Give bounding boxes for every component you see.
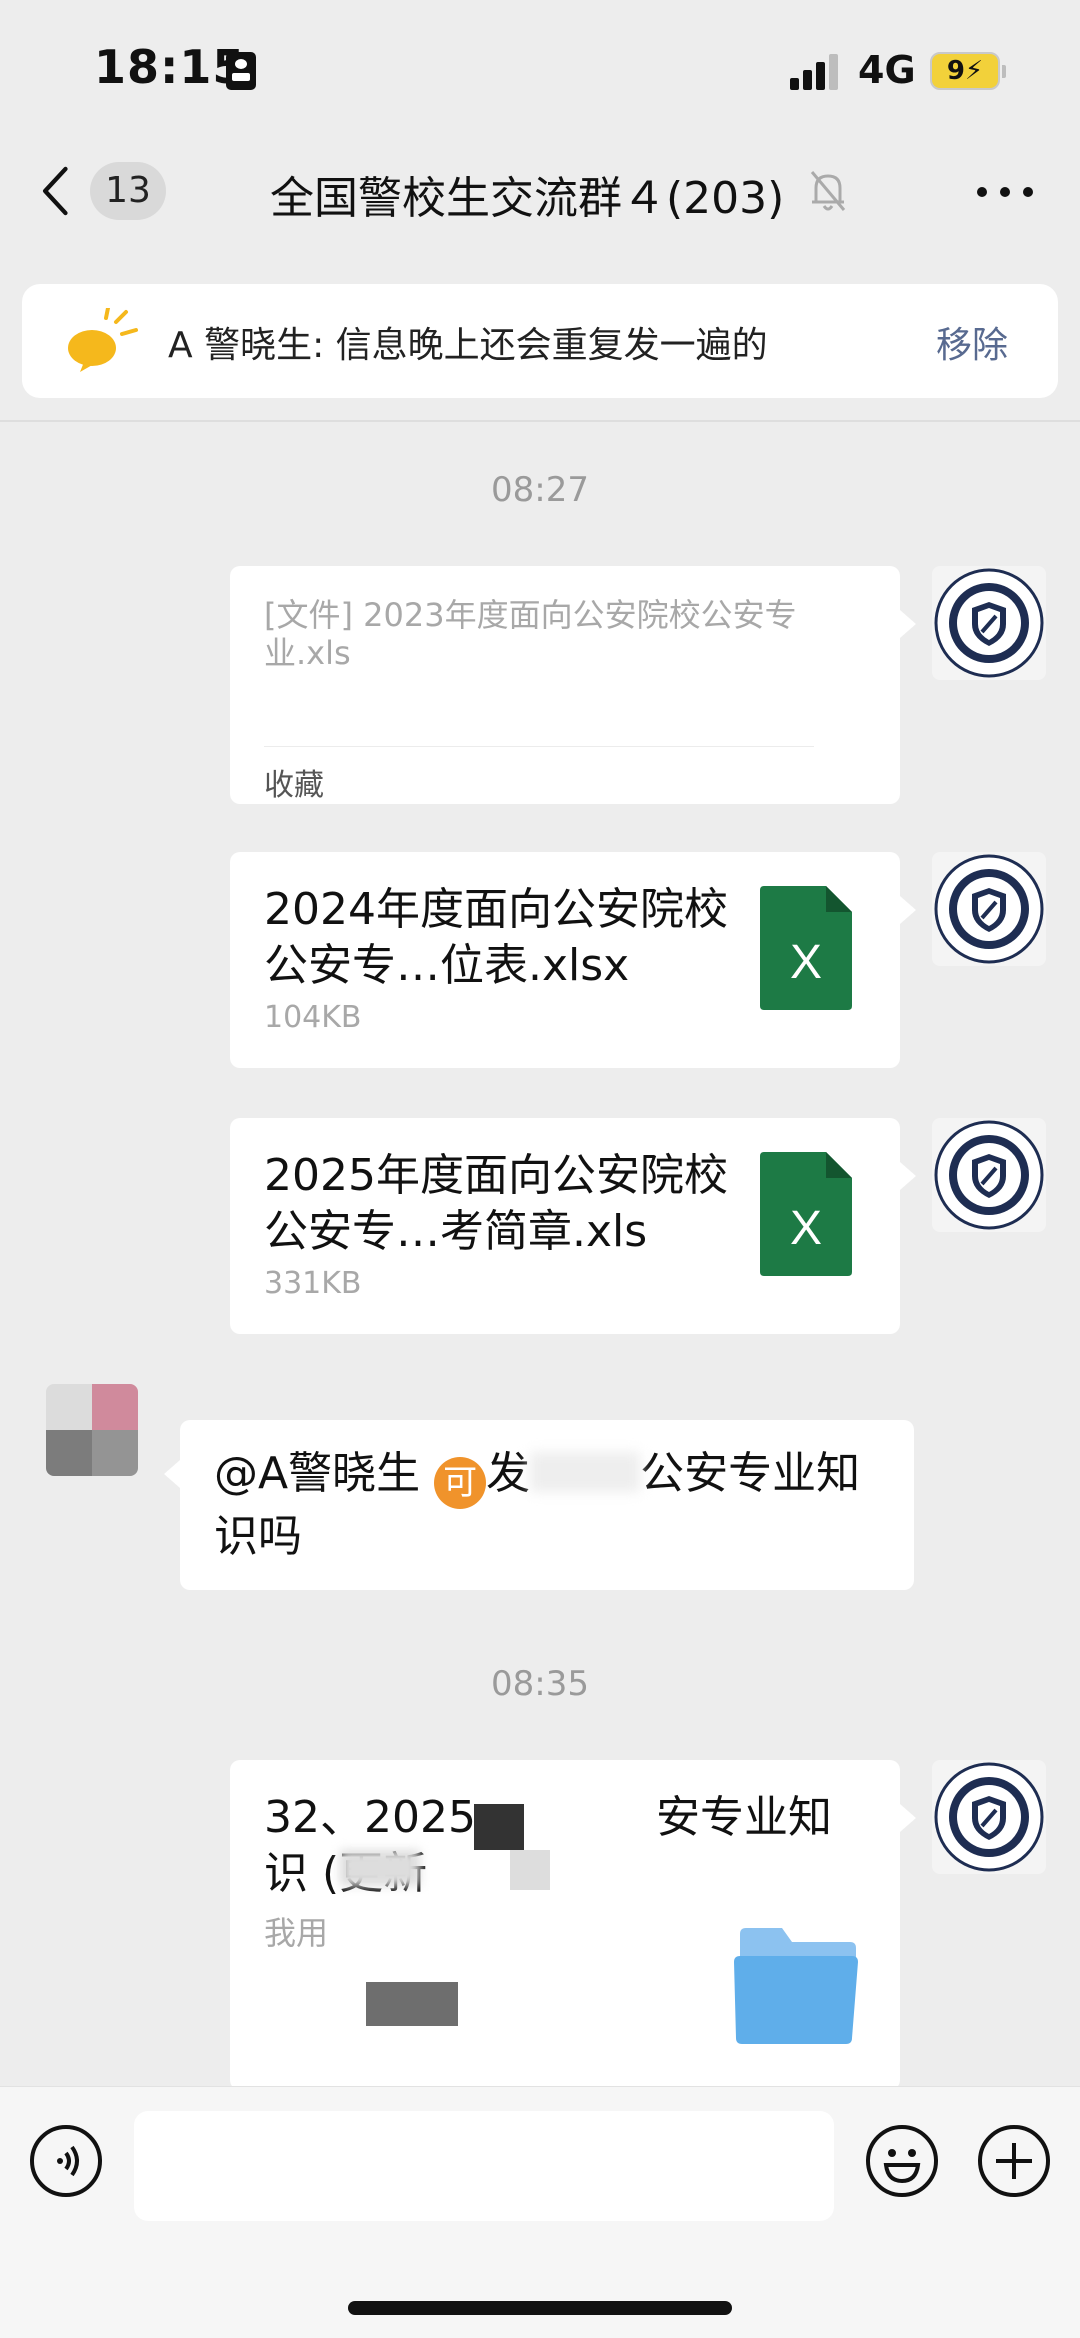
excel-file-icon: X [760, 1152, 852, 1276]
more-functions-button[interactable] [978, 2125, 1050, 2197]
avatar[interactable] [932, 566, 1046, 680]
excel-icon-letter: X [790, 1202, 822, 1255]
message-text: @A警晓生 可发公安专业知识吗 [214, 1446, 894, 1565]
ke-emoji-icon: 可 [434, 1457, 487, 1509]
message-timestamp: 08:35 [491, 1664, 589, 1704]
avatar[interactable] [932, 1118, 1046, 1232]
mention[interactable]: @A警晓生 [214, 1448, 420, 1499]
police-badge-icon [934, 568, 1044, 678]
censor-block [474, 1804, 524, 1850]
file-message[interactable]: 2025年度面向公安院校公安专…考简章.xls 331KB X [230, 1118, 916, 1334]
network-type: 4G [858, 48, 916, 92]
voice-icon [57, 2145, 79, 2177]
police-badge-icon [934, 1762, 1044, 1872]
mute-bell-icon [810, 171, 846, 211]
announcement-bulb-icon [68, 308, 138, 372]
excel-icon-letter: X [790, 936, 822, 989]
smiley-icon [883, 2149, 921, 2184]
voice-input-button[interactable] [30, 2125, 102, 2197]
id-card-icon [226, 52, 256, 90]
battery-icon: 9⚡ [930, 52, 1006, 90]
avatar[interactable] [932, 852, 1046, 966]
police-badge-icon [934, 1120, 1044, 1230]
input-bar [0, 2086, 1080, 2338]
message-text-part: 发 [486, 1448, 531, 1499]
link-title-part: 32、2025 [264, 1792, 476, 1843]
back-icon[interactable] [40, 164, 74, 218]
pinned-notice-text: A 警晓生: 信息晚上还会重复发一遍的 [168, 325, 768, 366]
file-size: 331KB [264, 1266, 362, 1301]
excel-file-icon: X [760, 886, 852, 1010]
file-size: 104KB [264, 1000, 362, 1035]
favorite-file-message[interactable]: [文件] 2023年度面向公安院校公安专业.xls 收藏 [230, 566, 916, 804]
favorite-source-label: 收藏 [264, 768, 324, 803]
battery-level: 9 [946, 56, 965, 86]
censor-block [366, 1982, 458, 2026]
file-name: 2024年度面向公安院校公安专…位表.xlsx [264, 884, 728, 991]
divider [264, 746, 814, 747]
link-subtitle: 我用 [264, 1914, 329, 1952]
police-badge-icon [934, 854, 1044, 964]
remove-pinned-button[interactable]: 移除 [936, 316, 1008, 368]
link-title-part: 安专业知 [655, 1792, 832, 1843]
emoji-button[interactable] [866, 2125, 938, 2197]
signal-icon [790, 52, 842, 90]
incoming-text-message[interactable]: @A警晓生 可发公安专业知识吗 [164, 1420, 914, 1590]
folder-icon [734, 1928, 858, 2044]
link-card-message[interactable]: 32、2025安专业知 识 (更新 我用 [230, 1760, 916, 2090]
chat-title: 全国警校生交流群４(203) [270, 173, 785, 224]
censor-block [510, 1850, 550, 1890]
pinned-notice[interactable]: A 警晓生: 信息晚上还会重复发一遍的 移除 [22, 284, 1058, 398]
file-name: 2025年度面向公安院校公安专…考简章.xls [264, 1150, 728, 1257]
unread-count-badge[interactable]: 13 [90, 162, 166, 220]
plus-icon [996, 2143, 1032, 2179]
message-timestamp: 08:27 [491, 470, 589, 510]
blurred-region [340, 1850, 420, 1886]
file-message[interactable]: 2024年度面向公安院校公安专…位表.xlsx 104KB X [230, 852, 916, 1068]
blurred-region [530, 1452, 641, 1492]
more-icon[interactable] [970, 172, 1040, 212]
favorite-file-text: [文件] 2023年度面向公安院校公安专业.xls [264, 596, 797, 672]
divider [0, 420, 1080, 422]
status-time: 18:15 [94, 40, 246, 94]
avatar[interactable] [46, 1384, 138, 1476]
message-input[interactable] [134, 2111, 834, 2221]
status-bar: 18:15 4G 9⚡ [0, 0, 1080, 130]
avatar[interactable] [932, 1760, 1046, 1874]
home-indicator [348, 2301, 732, 2315]
